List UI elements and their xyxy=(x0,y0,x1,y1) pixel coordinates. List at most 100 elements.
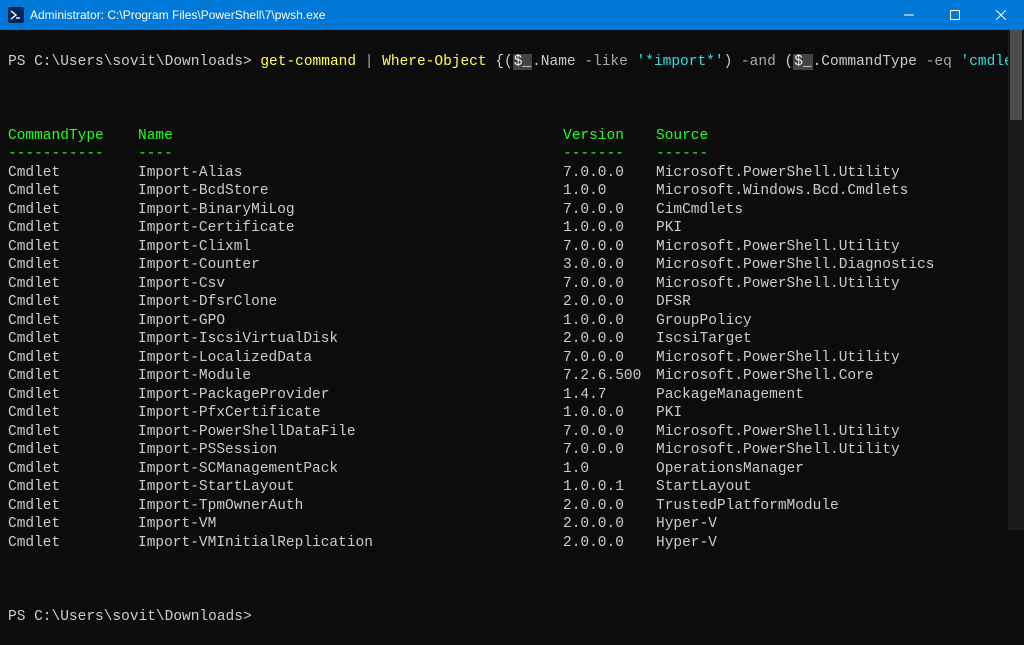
cell-c3: 7.0.0.0 xyxy=(563,349,656,368)
table-header-dashes: ----------- ---- ------- ------ xyxy=(8,145,934,164)
cell-c1: Cmdlet xyxy=(8,164,138,183)
table-row: CmdletImport-LocalizedData7.0.0.0Microso… xyxy=(8,349,934,368)
cell-c3: 7.0.0.0 xyxy=(563,441,656,460)
cmd-pipe: | xyxy=(356,54,382,70)
cell-c2: Import-BcdStore xyxy=(138,182,563,201)
dashes: ------- xyxy=(563,145,656,164)
cell-c4: PKI xyxy=(656,404,934,423)
cell-c1: Cmdlet xyxy=(8,275,138,294)
cell-c2: Import-Certificate xyxy=(138,219,563,238)
cell-c4: Hyper-V xyxy=(656,515,934,534)
cell-c4: StartLayout xyxy=(656,478,934,497)
table-row: CmdletImport-Clixml7.0.0.0Microsoft.Powe… xyxy=(8,238,934,257)
table-row: CmdletImport-BcdStore1.0.0Microsoft.Wind… xyxy=(8,182,934,201)
cell-c3: 7.0.0.0 xyxy=(563,238,656,257)
cell-c4: Microsoft.PowerShell.Core xyxy=(656,367,934,386)
cell-c2: Import-VMInitialReplication xyxy=(138,534,563,553)
window-titlebar[interactable]: Administrator: C:\Program Files\PowerShe… xyxy=(0,0,1024,30)
prompt-path: PS C:\Users\sovit\Downloads> xyxy=(8,609,260,625)
cell-c1: Cmdlet xyxy=(8,367,138,386)
cell-c3: 2.0.0.0 xyxy=(563,515,656,534)
minimize-button[interactable] xyxy=(886,0,932,30)
cell-c4: PKI xyxy=(656,219,934,238)
cell-c2: Import-GPO xyxy=(138,312,563,331)
close-button[interactable] xyxy=(978,0,1024,30)
powershell-icon xyxy=(8,7,24,23)
table-row: CmdletImport-IscsiVirtualDisk2.0.0.0Iscs… xyxy=(8,330,934,349)
cell-c1: Cmdlet xyxy=(8,478,138,497)
cell-c2: Import-TpmOwnerAuth xyxy=(138,497,563,516)
cell-c2: Import-Module xyxy=(138,367,563,386)
cmd-space xyxy=(487,54,496,70)
cell-c1: Cmdlet xyxy=(8,386,138,405)
dashes: ------ xyxy=(656,145,934,164)
cell-c4: Microsoft.PowerShell.Utility xyxy=(656,423,934,442)
cell-c1: Cmdlet xyxy=(8,497,138,516)
cell-c2: Import-StartLayout xyxy=(138,478,563,497)
cell-c1: Cmdlet xyxy=(8,238,138,257)
cell-c3: 3.0.0.0 xyxy=(563,256,656,275)
header-name: Name xyxy=(138,127,563,146)
dashes: ---- xyxy=(138,145,563,164)
cmd-var: $_ xyxy=(513,54,532,70)
cell-c3: 1.0.0.0 xyxy=(563,312,656,331)
table-row: CmdletImport-PfxCertificate1.0.0.0PKI xyxy=(8,404,934,423)
cmd-op: -and xyxy=(741,54,776,70)
cell-c3: 7.0.0.0 xyxy=(563,201,656,220)
cell-c4: Microsoft.PowerShell.Diagnostics xyxy=(656,256,934,275)
header-source: Source xyxy=(656,127,934,146)
cell-c1: Cmdlet xyxy=(8,423,138,442)
cell-c1: Cmdlet xyxy=(8,404,138,423)
cell-c3: 1.0 xyxy=(563,460,656,479)
cell-c4: CimCmdlets xyxy=(656,201,934,220)
cell-c2: Import-LocalizedData xyxy=(138,349,563,368)
cell-c3: 7.0.0.0 xyxy=(563,275,656,294)
cell-c3: 1.0.0.0 xyxy=(563,219,656,238)
cmd-string: '*import*' xyxy=(637,54,724,70)
cmd-token: Where-Object xyxy=(382,54,486,70)
header-commandtype: CommandType xyxy=(8,127,138,146)
terminal-area[interactable]: PS C:\Users\sovit\Downloads> get-command… xyxy=(0,30,1024,530)
table-header: CommandType Name Version Source xyxy=(8,127,934,146)
cell-c1: Cmdlet xyxy=(8,182,138,201)
cell-c1: Cmdlet xyxy=(8,293,138,312)
vertical-scrollbar[interactable] xyxy=(1008,30,1024,530)
cmd-op: -eq xyxy=(926,54,952,70)
cell-c3: 1.0.0 xyxy=(563,182,656,201)
command-line: PS C:\Users\sovit\Downloads> get-command… xyxy=(8,53,1016,72)
table-row: CmdletImport-DfsrClone2.0.0.0DFSR xyxy=(8,293,934,312)
maximize-button[interactable] xyxy=(932,0,978,30)
cell-c3: 1.0.0.1 xyxy=(563,478,656,497)
cell-c2: Import-Alias xyxy=(138,164,563,183)
prompt-ready[interactable]: PS C:\Users\sovit\Downloads> xyxy=(8,608,1016,627)
table-row: CmdletImport-VMInitialReplication2.0.0.0… xyxy=(8,534,934,553)
cell-c1: Cmdlet xyxy=(8,256,138,275)
cell-c2: Import-PSSession xyxy=(138,441,563,460)
cell-c2: Import-BinaryMiLog xyxy=(138,201,563,220)
cell-c2: Import-PfxCertificate xyxy=(138,404,563,423)
blank-line xyxy=(8,571,1016,590)
cell-c2: Import-PackageProvider xyxy=(138,386,563,405)
table-row: CmdletImport-PackageProvider1.4.7Package… xyxy=(8,386,934,405)
cell-c2: Import-SCManagementPack xyxy=(138,460,563,479)
cell-c3: 7.2.6.500 xyxy=(563,367,656,386)
cell-c4: Microsoft.PowerShell.Utility xyxy=(656,238,934,257)
cell-c4: Microsoft.PowerShell.Utility xyxy=(656,164,934,183)
cell-c3: 7.0.0.0 xyxy=(563,423,656,442)
cell-c4: Microsoft.Windows.Bcd.Cmdlets xyxy=(656,182,934,201)
window-title: Administrator: C:\Program Files\PowerShe… xyxy=(30,8,886,22)
cell-c2: Import-IscsiVirtualDisk xyxy=(138,330,563,349)
cmd-var: $_ xyxy=(793,54,812,70)
cell-c1: Cmdlet xyxy=(8,201,138,220)
cell-c1: Cmdlet xyxy=(8,312,138,331)
cell-c1: Cmdlet xyxy=(8,219,138,238)
scrollbar-thumb[interactable] xyxy=(1010,30,1022,120)
cmd-token: get-command xyxy=(260,54,356,70)
table-row: CmdletImport-Alias7.0.0.0Microsoft.Power… xyxy=(8,164,934,183)
cell-c4: IscsiTarget xyxy=(656,330,934,349)
dashes: ----------- xyxy=(8,145,138,164)
cell-c1: Cmdlet xyxy=(8,441,138,460)
cmd-paren: ( xyxy=(776,54,793,70)
cell-c1: Cmdlet xyxy=(8,349,138,368)
blank-line xyxy=(8,90,1016,109)
